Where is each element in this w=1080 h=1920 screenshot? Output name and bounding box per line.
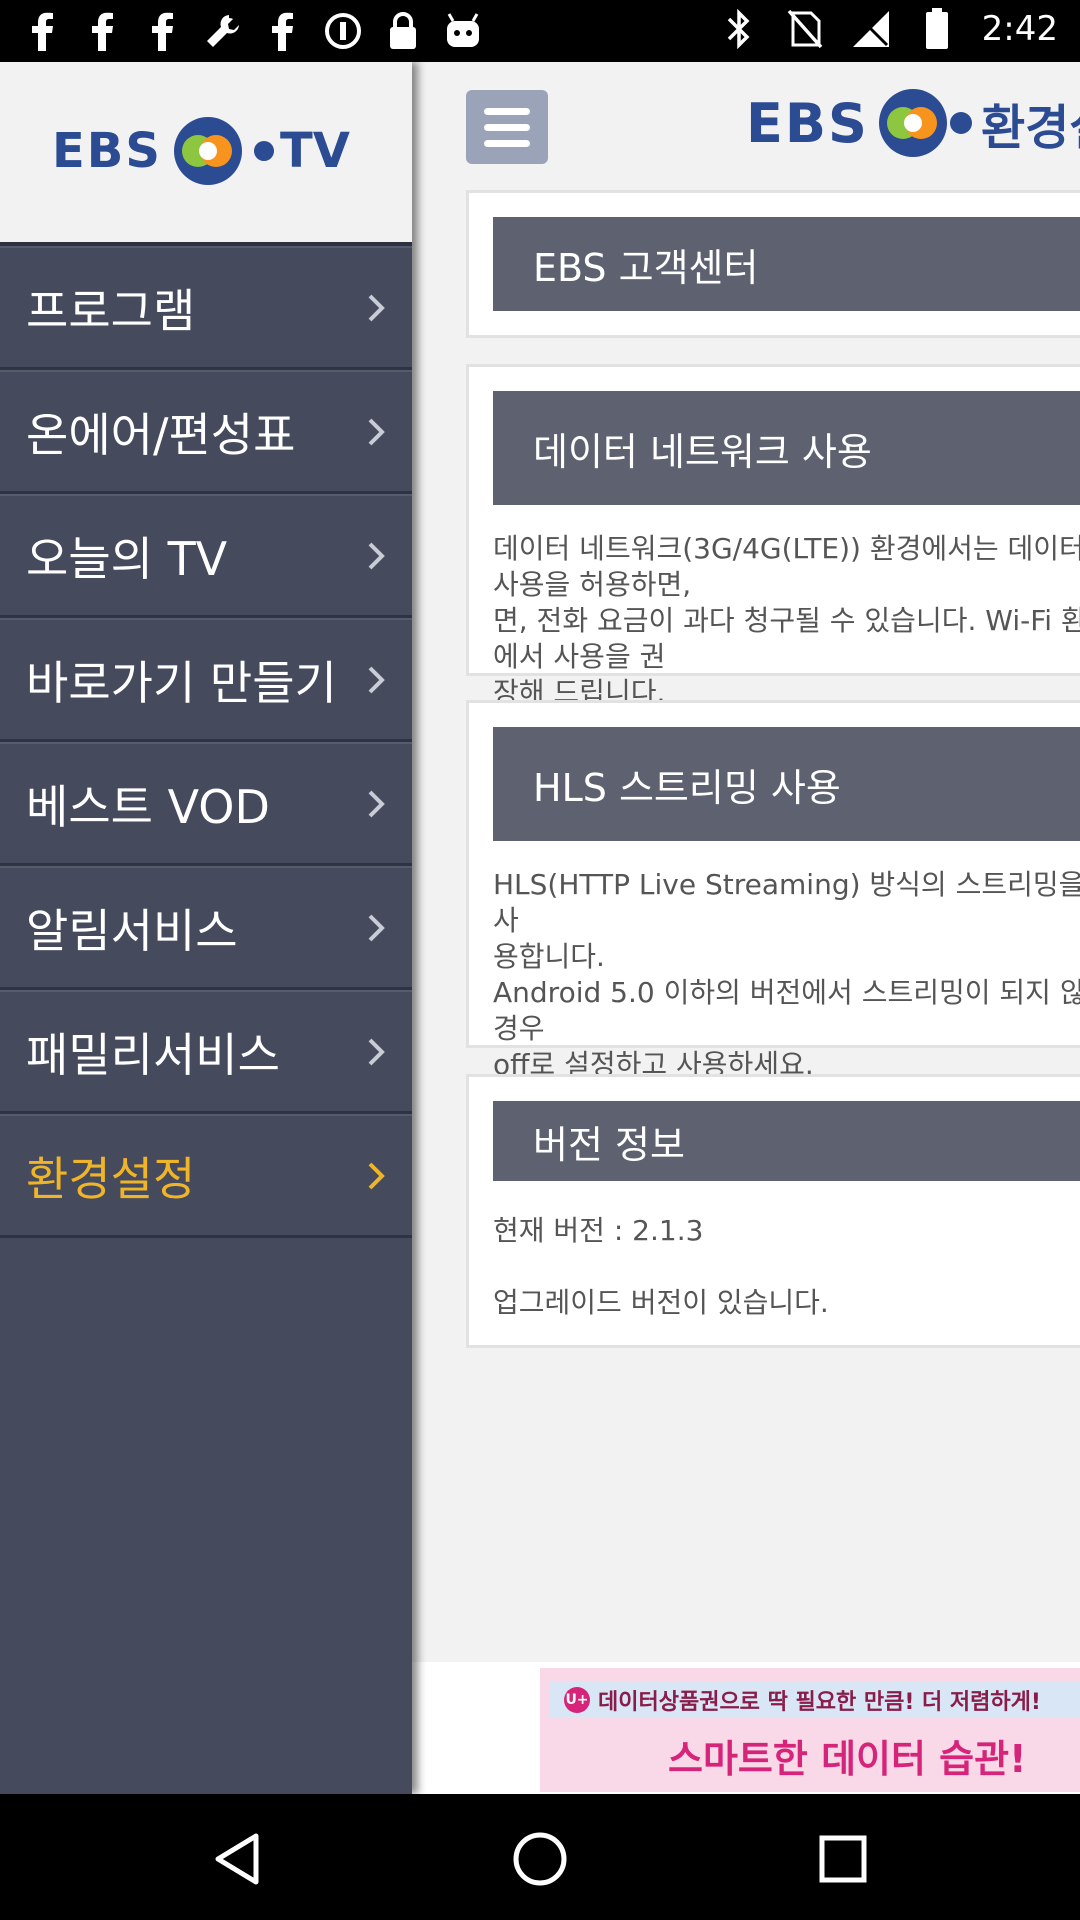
version-info-card[interactable]: 버전 정보 현재 버전 : 2.1.3 업그레이드 버전이 있습니다. [466,1074,1080,1348]
drawer-item-onair-schedule[interactable]: 온에어/편성표 [0,370,412,494]
bluetooth-icon [718,8,760,50]
facebook-icon [142,10,184,52]
chevron-right-icon [368,666,385,693]
drawer-item-label: 바로가기 만들기 [26,655,337,710]
android-icon [442,10,484,52]
ad-slogan: 스마트한 데이터 습관! [668,1737,1027,1781]
drawer-header: EBS TV [0,62,412,246]
clock: 2:42 [981,9,1058,49]
wrench-icon [202,10,244,52]
status-bar: 2:42 [0,0,1080,62]
chevron-right-icon [368,790,385,817]
drawer-item-label: 패밀리서비스 [26,1027,280,1082]
drawer-item-notifications[interactable]: 알림서비스 [0,866,412,990]
page-title: 환경설정 [980,100,1080,156]
ad-text: 데이터상품권으로 딱 필요한 만큼! 더 저렴하게! [598,1690,1041,1715]
drawer-item-create-shortcut[interactable]: 바로가기 만들기 [0,618,412,742]
hls-streaming-card[interactable]: HLS 스트리밍 사용 HLS(HTTP Live Streaming) 방식의… [466,700,1080,1081]
navigation-bar [0,1794,1080,1920]
app-logo: EBS 환경설정 [746,86,1080,160]
card-header[interactable]: 데이터 네트워크 사용 [493,391,1080,505]
drawer-item-label: 오늘의 TV [26,531,228,586]
battery-icon [916,8,958,50]
ad-area: U+ 데이터상품권으로 딱 필요한 만큼! 더 저렴하게! 스마트한 데이터 습… [412,1662,1080,1794]
chevron-right-icon [368,294,385,321]
logo-ebs-text: EBS [52,123,162,179]
drawer-item-today-tv[interactable]: 오늘의 TV [0,494,412,618]
drawer-item-program[interactable]: 프로그램 [0,246,412,370]
navigation-drawer[interactable]: EBS TV 프로그램 온에어/편성표 오늘의 TV 바로가기 만들기 베스트 … [0,62,412,1794]
drawer-item-label: 온에어/편성표 [26,407,296,462]
version-text: 현재 버전 : 2.1.3 업그레이드 버전이 있습니다. [493,1214,829,1319]
ebs-tv-logo: EBS TV [52,114,350,188]
settings-content[interactable]: EBS 환경설정 EBS 고객센터 데이터 네트워크 사용 데이터 네트워크(3… [412,62,1080,1794]
chevron-right-icon [368,1162,385,1189]
menu-button[interactable] [466,90,548,164]
drawer-item-label: 환경설정 [26,1151,196,1206]
customer-center-card[interactable]: EBS 고객센터 [466,190,1080,338]
logo-ebs-text: EBS [746,91,869,155]
info-circle-icon [322,10,364,52]
chevron-right-icon [368,914,385,941]
drawer-item-label: 알림서비스 [26,903,238,958]
notification-icons [22,10,484,52]
drawer-item-family-service[interactable]: 패밀리서비스 [0,990,412,1114]
system-indicators: 2:42 [718,8,1058,50]
facebook-icon [82,10,124,52]
top-bar: EBS 환경설정 [412,62,1080,192]
logo-circle-icon [878,89,972,157]
chevron-right-icon [368,418,385,445]
signal-icon [850,8,892,50]
lock-icon [382,10,424,52]
chevron-right-icon [368,1038,385,1065]
facebook-icon [22,10,64,52]
logo-circle-icon [173,117,242,185]
logo-tv-text: TV [279,123,350,179]
facebook-icon [262,10,304,52]
hamburger-icon [484,107,530,115]
data-network-card[interactable]: 데이터 네트워크 사용 데이터 네트워크(3G/4G(LTE)) 환경에서는 데… [466,364,1080,709]
uplus-logo: U+ [564,1687,590,1713]
ad-headline: U+ 데이터상품권으로 딱 필요한 만큼! 더 저렴하게! [550,1682,1080,1718]
logo-dot [253,141,274,161]
drawer-menu: 프로그램 온에어/편성표 오늘의 TV 바로가기 만들기 베스트 VOD 알림서… [0,246,412,1238]
card-header[interactable]: HLS 스트리밍 사용 [493,727,1080,841]
card-header[interactable]: EBS 고객센터 [493,217,1080,311]
ad-banner[interactable]: U+ 데이터상품권으로 딱 필요한 만큼! 더 저렴하게! 스마트한 데이터 습… [540,1668,1080,1792]
drawer-item-settings[interactable]: 환경설정 [0,1114,412,1238]
back-icon[interactable] [202,1824,272,1894]
drawer-item-label: 프로그램 [26,283,196,338]
no-sim-icon [784,8,826,50]
drawer-item-best-vod[interactable]: 베스트 VOD [0,742,412,866]
card-description: 데이터 네트워크(3G/4G(LTE)) 환경에서는 데이터 사용을 허용하면,… [493,532,1080,709]
recents-icon[interactable] [808,1824,878,1894]
drawer-item-label: 베스트 VOD [26,779,270,834]
card-header[interactable]: 버전 정보 [493,1101,1080,1181]
chevron-right-icon [368,542,385,569]
home-icon[interactable] [505,1824,575,1894]
card-description: HLS(HTTP Live Streaming) 방식의 스트리밍을 사 용합니… [493,868,1080,1081]
